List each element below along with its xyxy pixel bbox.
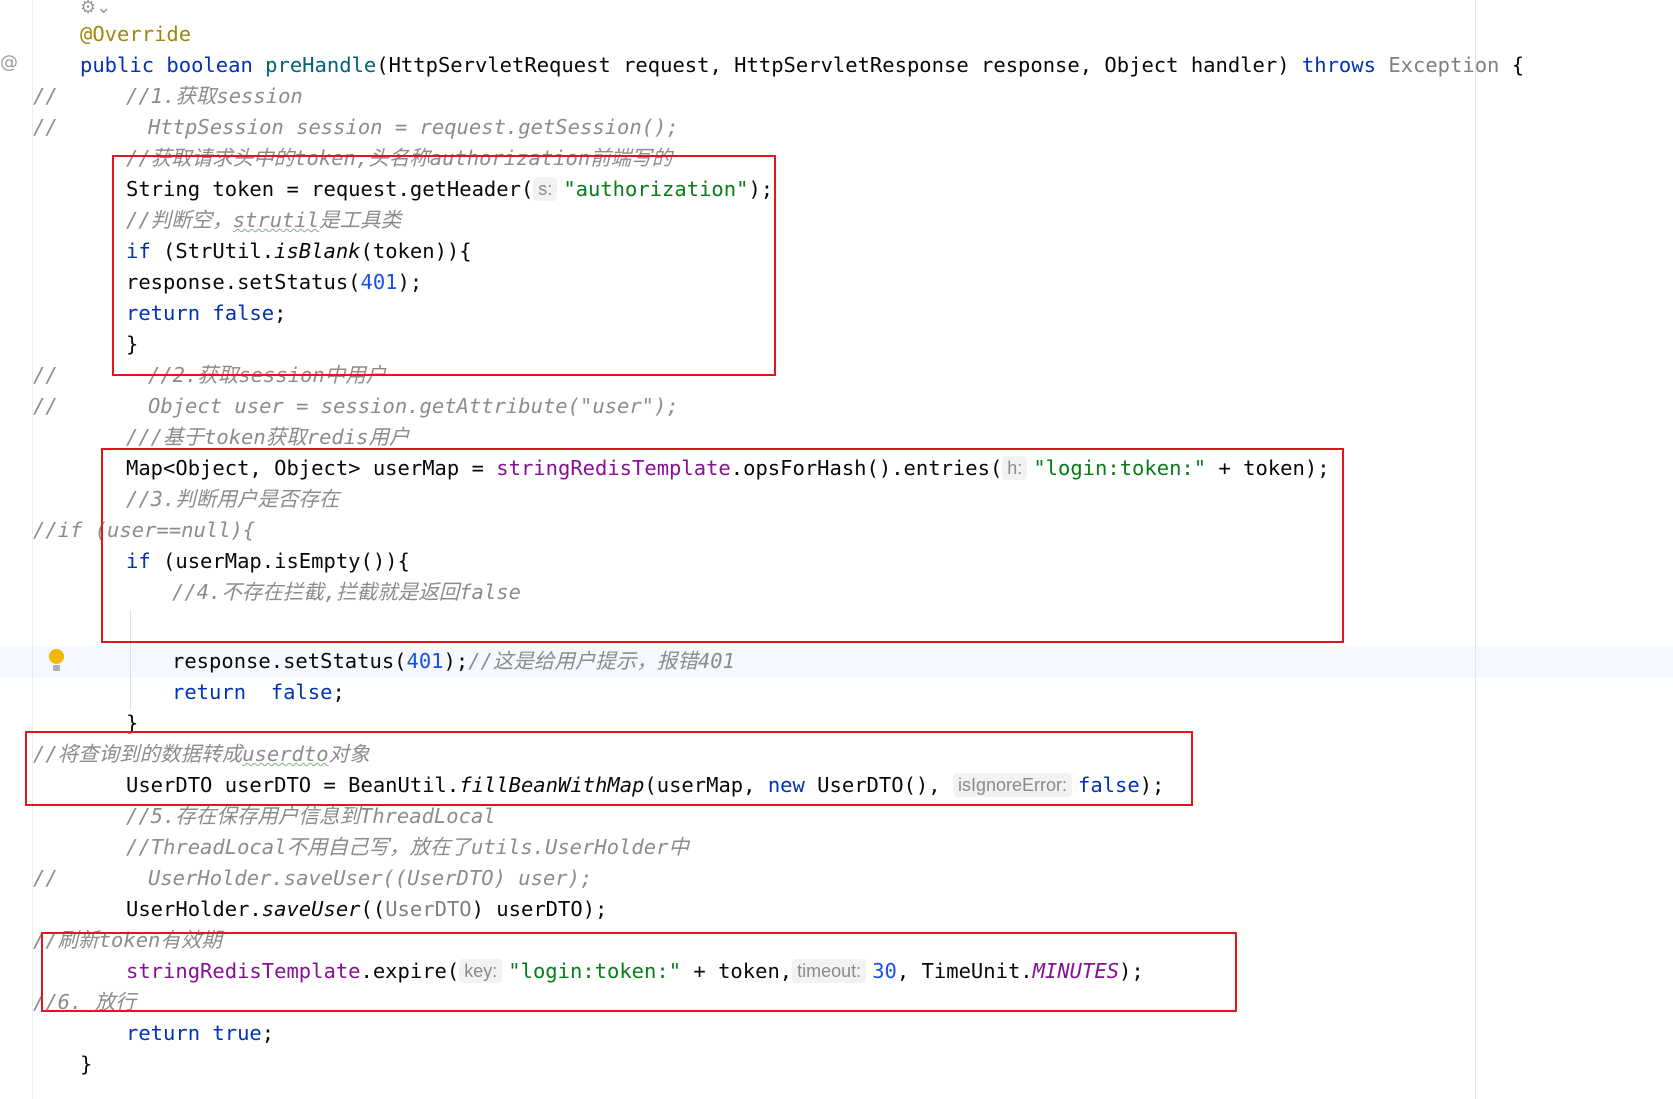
code-text: (HttpServletRequest request, HttpServlet… <box>376 53 1290 77</box>
code-line-13-slashes: // <box>33 394 58 418</box>
code-line-28: UserHolder.saveUser((UserDTO) userDTO); <box>126 894 607 925</box>
keyword: false <box>270 680 333 704</box>
code-line-26: //ThreadLocal不用自己写，放在了utils.UserHolder中 <box>126 835 689 859</box>
code-line-32: return true; <box>126 1018 274 1049</box>
code-line-3-slashes: // <box>33 84 58 108</box>
keyword: public <box>80 53 155 77</box>
code-line-4: HttpSession session = request.getSession… <box>148 115 679 139</box>
keyword: return <box>172 680 247 704</box>
code-text: (( <box>360 897 386 921</box>
code-text: UserHolder. <box>126 897 262 921</box>
code-line-33: } <box>80 1052 93 1076</box>
gutter-fold-icon[interactable]: ⚙⌄ <box>80 0 111 18</box>
code-text: ) userDTO); <box>471 897 608 921</box>
code-line-20: response.setStatus(401);//这是给用户提示，报错401 <box>172 646 735 677</box>
keyword: true <box>212 1021 262 1045</box>
code-text: { <box>1499 53 1525 77</box>
redundant-cast: UserDTO <box>385 897 472 921</box>
highlight-box-token-refresh <box>41 932 1237 1012</box>
keyword: boolean <box>166 53 253 77</box>
code-text: ; <box>332 680 345 704</box>
static-method: saveUser <box>261 897 361 921</box>
comment-text: //这是给用户提示，报错401 <box>468 649 735 673</box>
code-text: ; <box>261 1021 275 1045</box>
code-line-13: Object user = session.getAttribute("user… <box>148 394 679 418</box>
code-text: response.setStatus( <box>172 649 407 673</box>
override-marker-icon[interactable]: @ <box>0 52 18 73</box>
highlight-box-token-check <box>112 155 776 376</box>
keyword: return <box>126 1021 201 1045</box>
code-line-12-slashes: // <box>33 363 58 387</box>
code-line-27: UserHolder.saveUser((UserDTO) user); <box>148 866 593 890</box>
code-line-1: @Override <box>80 22 192 46</box>
code-text: ); <box>443 649 469 673</box>
code-line-2: public boolean preHandle(HttpServletRequ… <box>80 50 1524 81</box>
right-margin-guide <box>1475 0 1476 1099</box>
highlight-box-userdto <box>25 731 1193 806</box>
lightbulb-icon-base <box>53 665 60 671</box>
type-name: Exception <box>1388 53 1500 77</box>
keyword: throws <box>1301 53 1376 77</box>
highlight-box-redis-lookup <box>101 448 1344 643</box>
code-editor[interactable]: ⚙⌄ @ @Override public boolean preHandle(… <box>0 0 1673 1099</box>
number-literal: 401 <box>406 649 444 673</box>
code-line-27-slashes: // <box>33 866 58 890</box>
code-line-21: return false; <box>172 677 345 708</box>
lightbulb-icon[interactable] <box>49 649 64 664</box>
code-line-3: //1.获取session <box>126 84 303 108</box>
method-name: preHandle <box>265 53 377 77</box>
code-line-4-slashes: // <box>33 115 58 139</box>
